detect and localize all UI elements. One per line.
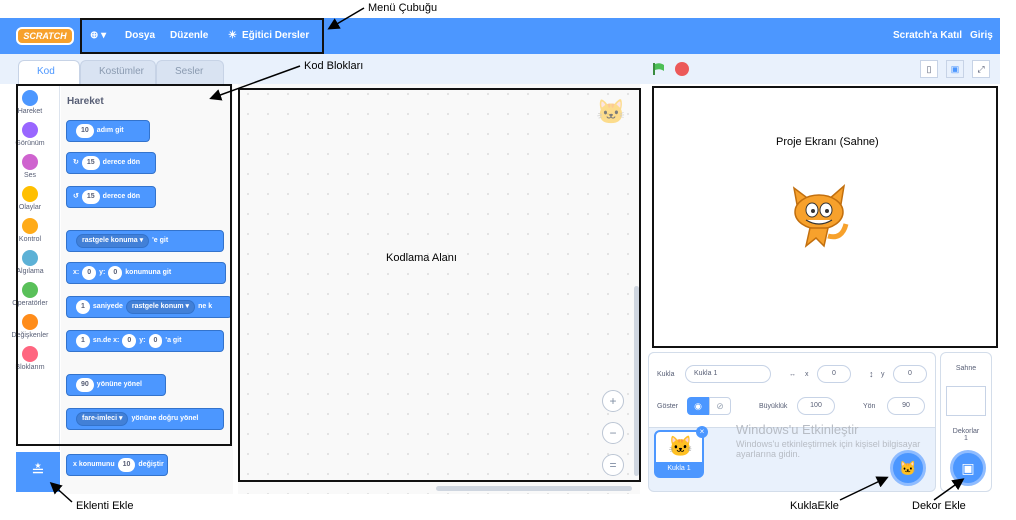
arrow-add-backdrop [933, 478, 965, 501]
arrow-menu [327, 7, 365, 30]
arrow-extension [49, 481, 73, 503]
annotation-arrows [49, 7, 965, 503]
arrow-add-sprite [839, 476, 889, 501]
arrow-blocks [209, 65, 301, 101]
